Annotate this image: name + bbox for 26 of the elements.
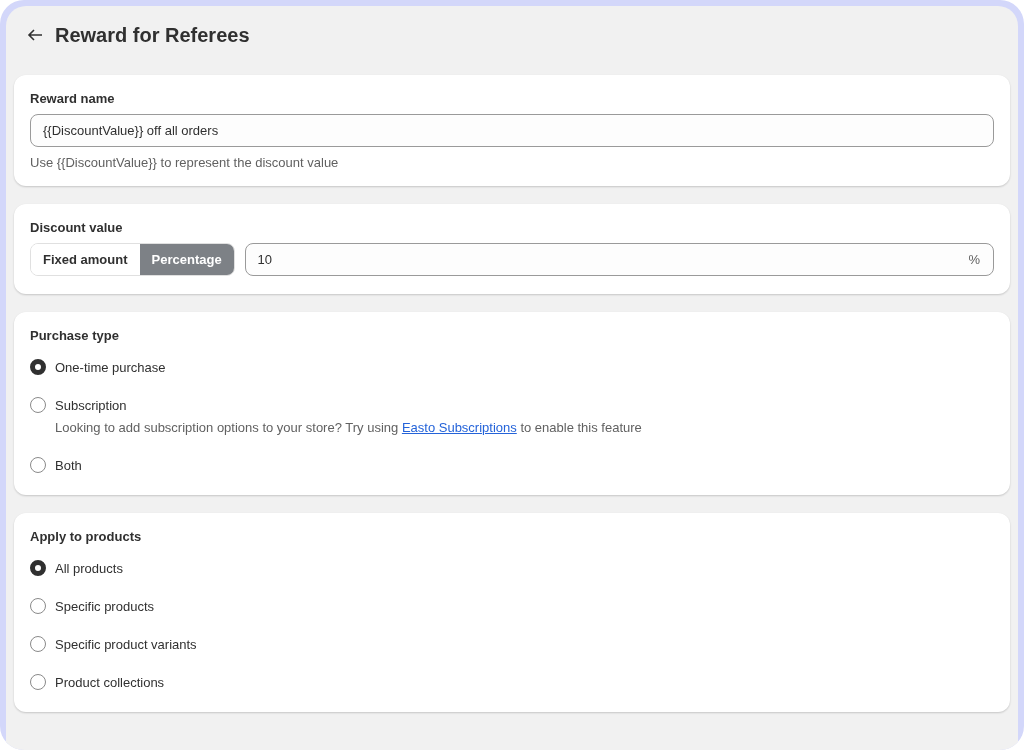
radio-label[interactable]: Both: [55, 457, 82, 473]
back-arrow-icon[interactable]: [27, 28, 43, 42]
radio-label[interactable]: Subscription: [55, 397, 127, 413]
subscriptions-link[interactable]: Easto Subscriptions: [401, 420, 517, 435]
field-label: Reward name: [30, 91, 116, 106]
radio-label[interactable]: All products: [55, 560, 123, 576]
field-label: Discount value: [30, 220, 124, 235]
percent-suffix: %: [968, 252, 980, 267]
radio-button[interactable]: [30, 457, 46, 473]
group-label: Purchase type: [30, 328, 120, 343]
radio-label[interactable]: Product collections: [55, 674, 165, 690]
radio-button[interactable]: [30, 397, 46, 413]
radio-button[interactable]: [30, 674, 46, 690]
page-title: Reward for Referees: [55, 23, 250, 47]
radio-button[interactable]: [30, 598, 46, 614]
help-text: Use {{DiscountValue}} to represent the discount value: [30, 155, 340, 170]
radio-label[interactable]: Specific products: [55, 598, 154, 614]
group-label: Apply to products: [30, 529, 143, 544]
note-text: Looking to add subscription options to your store? Try using Easto Subscriptions to enable this feature: [55, 420, 643, 435]
radio-label[interactable]: Specific product variants: [55, 636, 197, 652]
radio-button[interactable]: [30, 636, 46, 652]
radio-button[interactable]: [30, 560, 46, 576]
radio-label[interactable]: One-time purchase: [55, 359, 166, 375]
radio-button[interactable]: [30, 359, 46, 375]
reward-name-field[interactable]: {{DiscountValue}} off all orders: [30, 114, 994, 147]
segment-button[interactable]: Percentage: [139, 244, 234, 275]
